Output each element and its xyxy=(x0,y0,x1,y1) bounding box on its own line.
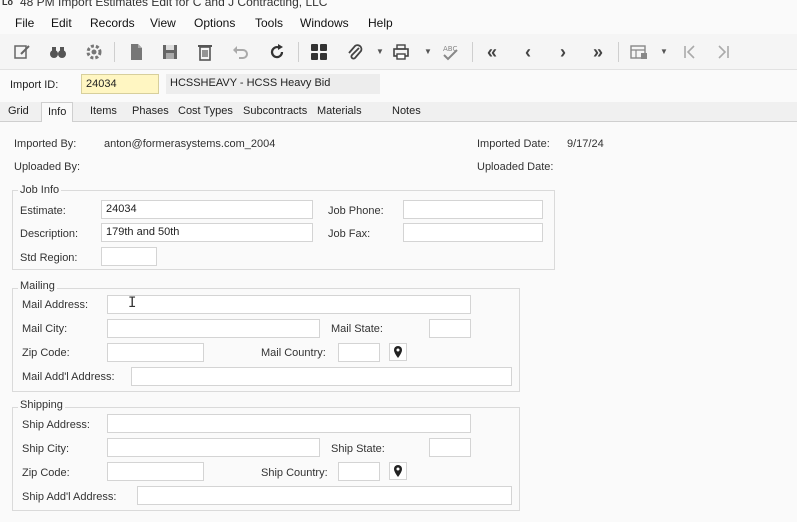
binoculars-icon[interactable] xyxy=(46,40,70,64)
menu-options[interactable]: Options xyxy=(194,16,235,30)
tab-notes[interactable]: Notes xyxy=(392,105,421,117)
imported-date-label: Imported Date: xyxy=(477,138,550,150)
gear-icon[interactable] xyxy=(82,40,106,64)
window-title: 48 PM Import Estimates Edit for C and J … xyxy=(20,0,328,9)
edit-icon[interactable] xyxy=(10,40,34,64)
ship-zip-label: Zip Code: xyxy=(22,467,70,479)
app-icon: Lo xyxy=(2,0,13,7)
menu-windows[interactable]: Windows xyxy=(300,16,349,30)
import-id-bar: Import ID: 24034 HCSSHEAVY - HCSS Heavy … xyxy=(0,70,797,102)
mail-state-label: Mail State: xyxy=(331,323,383,335)
imported-by-value: anton@formerasystems.com_2004 xyxy=(104,138,276,150)
ship-country-field[interactable] xyxy=(338,462,380,481)
toolbar-separator xyxy=(618,42,619,62)
first-icon[interactable]: « xyxy=(480,40,504,64)
print-dropdown-icon[interactable]: ▼ xyxy=(424,47,432,56)
menu-view[interactable]: View xyxy=(150,16,176,30)
prev-icon[interactable]: ‹ xyxy=(516,40,540,64)
toolbar: ▼ ▼ ABC « ‹ › » ▼ xyxy=(0,34,797,70)
mail-country-label: Mail Country: xyxy=(261,347,326,359)
tab-subcontracts[interactable]: Subcontracts xyxy=(243,105,307,117)
menu-help[interactable]: Help xyxy=(368,16,393,30)
menu-edit[interactable]: Edit xyxy=(51,16,72,30)
import-id-label: Import ID: xyxy=(10,79,59,91)
document-icon[interactable] xyxy=(124,40,148,64)
imported-by-label: Imported By: xyxy=(14,138,77,150)
mail-city-label: Mail City: xyxy=(22,323,68,335)
uploaded-by-label: Uploaded By: xyxy=(14,161,81,173)
std-region-field[interactable] xyxy=(101,247,157,266)
save-icon[interactable] xyxy=(158,40,182,64)
ship-state-label: Ship State: xyxy=(331,443,385,455)
mail-address-label: Mail Address: xyxy=(22,299,89,311)
mailing-title: Mailing xyxy=(18,280,57,292)
import-id-field[interactable]: 24034 xyxy=(81,74,159,94)
ship-state-field[interactable] xyxy=(429,438,471,457)
mail-zip-field[interactable] xyxy=(107,343,204,362)
mail-address-field[interactable] xyxy=(107,295,471,314)
mail-zip-label: Zip Code: xyxy=(22,347,70,359)
layout-dropdown-icon[interactable]: ▼ xyxy=(660,47,668,56)
tab-phases[interactable]: Phases xyxy=(132,105,169,117)
first-page-icon[interactable] xyxy=(677,40,701,64)
job-info-title: Job Info xyxy=(18,184,62,196)
delete-icon[interactable] xyxy=(193,40,217,64)
ship-address-field[interactable] xyxy=(107,414,471,433)
refresh-icon[interactable] xyxy=(265,40,289,64)
job-fax-label: Job Fax: xyxy=(328,228,371,240)
tab-cost-types[interactable]: Cost Types xyxy=(178,105,233,117)
mail-location-pin-icon[interactable] xyxy=(389,343,407,361)
undo-icon[interactable] xyxy=(229,40,253,64)
imported-date-value: 9/17/24 xyxy=(567,138,604,150)
ship-addl-field[interactable] xyxy=(137,486,512,505)
menu-bar: File Edit Records View Options Tools Win… xyxy=(0,12,797,34)
ship-country-label: Ship Country: xyxy=(261,467,328,479)
menu-records[interactable]: Records xyxy=(90,16,135,30)
menu-tools[interactable]: Tools xyxy=(255,16,283,30)
std-region-label: Std Region: xyxy=(20,252,78,264)
text-cursor-icon: I xyxy=(128,295,137,311)
import-description: HCSSHEAVY - HCSS Heavy Bid xyxy=(166,74,380,94)
description-field[interactable]: 179th and 50th xyxy=(101,223,313,242)
tab-bar: Grid Info Items Phases Cost Types Subcon… xyxy=(0,102,797,123)
title-bar: Lo 48 PM Import Estimates Edit for C and… xyxy=(0,0,797,12)
ship-addl-label: Ship Add'l Address: xyxy=(22,491,117,503)
shipping-title: Shipping xyxy=(18,399,65,411)
toolbar-separator xyxy=(472,42,473,62)
tab-items[interactable]: Items xyxy=(90,105,117,117)
mail-country-field[interactable] xyxy=(338,343,380,362)
toolbar-separator xyxy=(114,42,115,62)
print-icon[interactable] xyxy=(389,40,413,64)
description-label: Description: xyxy=(20,228,79,240)
attach-dropdown-icon[interactable]: ▼ xyxy=(376,47,384,56)
info-panel: Imported By: anton@formerasystems.com_20… xyxy=(0,122,797,522)
ship-zip-field[interactable] xyxy=(107,462,204,481)
mail-addl-label: Mail Add'l Address: xyxy=(22,371,115,383)
uploaded-date-label: Uploaded Date: xyxy=(477,161,554,173)
ship-address-label: Ship Address: xyxy=(22,419,90,431)
estimate-label: Estimate: xyxy=(20,205,66,217)
tab-grid[interactable]: Grid xyxy=(8,105,29,117)
attach-icon[interactable] xyxy=(343,40,367,64)
last-page-icon[interactable] xyxy=(712,40,736,64)
job-phone-label: Job Phone: xyxy=(328,205,384,217)
tab-info[interactable]: Info xyxy=(41,102,74,123)
mail-addl-field[interactable] xyxy=(131,367,512,386)
estimate-field[interactable]: 24034 xyxy=(101,200,313,219)
mail-state-field[interactable] xyxy=(429,319,471,338)
spellcheck-icon[interactable]: ABC xyxy=(438,40,462,64)
job-phone-field[interactable] xyxy=(403,200,543,219)
last-icon[interactable]: » xyxy=(586,40,610,64)
ship-city-label: Ship City: xyxy=(22,443,70,455)
tab-materials[interactable]: Materials xyxy=(317,105,362,117)
ship-city-field[interactable] xyxy=(107,438,320,457)
toolbar-separator xyxy=(298,42,299,62)
next-icon[interactable]: › xyxy=(551,40,575,64)
layout-icon[interactable] xyxy=(627,40,651,64)
mail-city-field[interactable] xyxy=(107,319,320,338)
grid-icon[interactable] xyxy=(307,40,331,64)
menu-file[interactable]: File xyxy=(15,16,34,30)
job-fax-field[interactable] xyxy=(403,223,543,242)
ship-location-pin-icon[interactable] xyxy=(389,462,407,480)
